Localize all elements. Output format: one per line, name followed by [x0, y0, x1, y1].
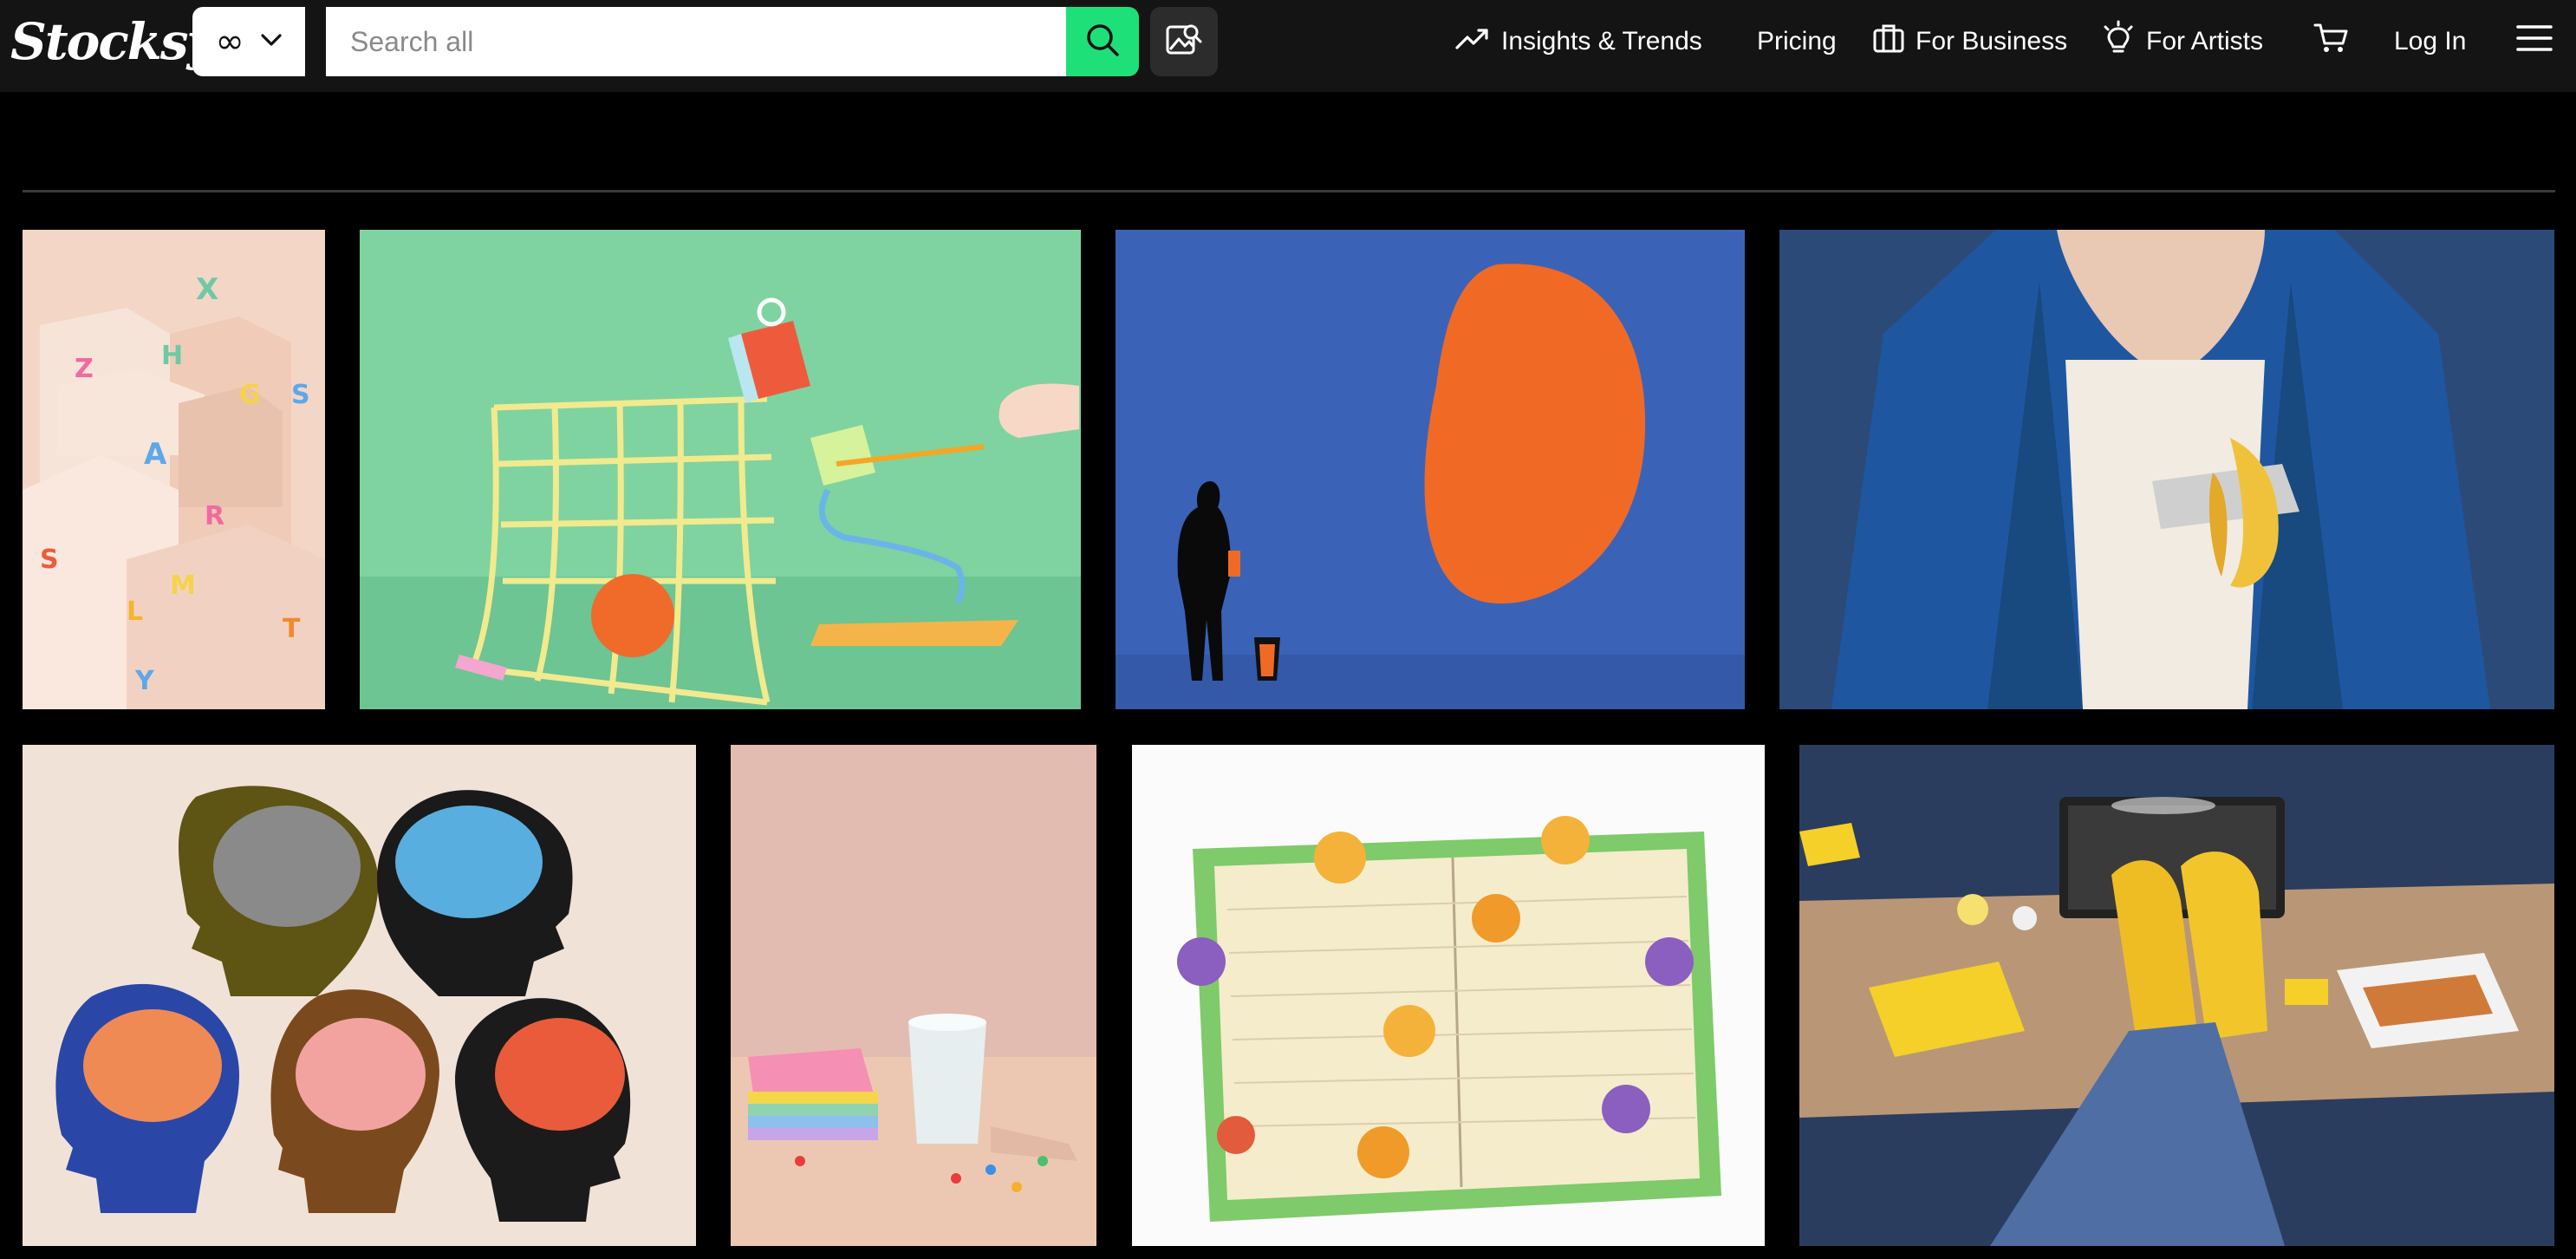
nav-for-business[interactable]: For Business — [1872, 0, 2067, 83]
svg-text:Z: Z — [75, 354, 94, 384]
menu-button[interactable] — [2515, 0, 2553, 83]
search-input[interactable] — [326, 7, 1066, 76]
chevron-down-icon — [260, 33, 283, 51]
login-label: Log In — [2394, 27, 2467, 55]
visual-search-button[interactable] — [1150, 7, 1218, 76]
photo-sticky-notes-cup[interactable] — [731, 745, 1096, 1246]
svg-text:M: M — [170, 571, 196, 601]
svg-text:X: X — [196, 272, 218, 307]
svg-text:L: L — [127, 597, 143, 627]
nav-insights-label: Insights & Trends — [1501, 27, 1702, 55]
cart-icon — [2313, 21, 2351, 62]
svg-text:H: H — [161, 341, 183, 371]
cart-button[interactable] — [2313, 0, 2351, 83]
photo-banana-blazer[interactable] — [1779, 230, 2554, 709]
nav-business-label: For Business — [1916, 27, 2068, 55]
nav-pricing-label: Pricing — [1757, 27, 1837, 55]
nav-insights-trends[interactable]: Insights & Trends — [1454, 0, 1702, 83]
svg-text:Y: Y — [134, 666, 155, 696]
svg-text:S: S — [40, 545, 59, 575]
nav-pricing[interactable]: Pricing — [1757, 0, 1837, 83]
hamburger-menu-icon — [2515, 23, 2553, 61]
lightbulb-icon — [2101, 20, 2136, 63]
photo-grid-sculpture[interactable] — [360, 230, 1081, 709]
image-search-icon — [1164, 20, 1204, 64]
nav-for-artists[interactable]: For Artists — [2101, 0, 2263, 83]
svg-text:S: S — [291, 380, 310, 410]
nav-artists-label: For Artists — [2146, 27, 2264, 55]
search-button[interactable] — [1066, 7, 1139, 76]
svg-text:G: G — [239, 380, 261, 410]
login-link[interactable]: Log In — [2394, 0, 2466, 83]
trending-up-icon — [1454, 25, 1491, 58]
section-divider — [23, 190, 2555, 192]
infinity-icon: ∞ — [215, 22, 244, 62]
photo-alphabet-blocks[interactable]: X Z H G S A R S L M T Y — [23, 230, 325, 709]
photo-brain-heads[interactable] — [23, 745, 696, 1246]
briefcase-icon — [1872, 23, 1905, 61]
search-field-wrapper — [326, 7, 1066, 76]
photo-notebook-people[interactable] — [1132, 745, 1765, 1246]
photo-yellow-shoes-desk[interactable] — [1799, 745, 2554, 1246]
svg-text:R: R — [205, 501, 224, 532]
top-navigation-bar: Stocksy ∞ Insights & Trends Pricing For … — [0, 0, 2576, 92]
search-scope-dropdown[interactable]: ∞ — [192, 7, 305, 76]
search-icon — [1083, 21, 1122, 63]
svg-text:A: A — [144, 437, 167, 472]
svg-text:T: T — [283, 614, 301, 644]
photo-orange-paint-figure[interactable] — [1116, 230, 1745, 709]
stocksy-logo[interactable]: Stocksy — [10, 7, 216, 76]
